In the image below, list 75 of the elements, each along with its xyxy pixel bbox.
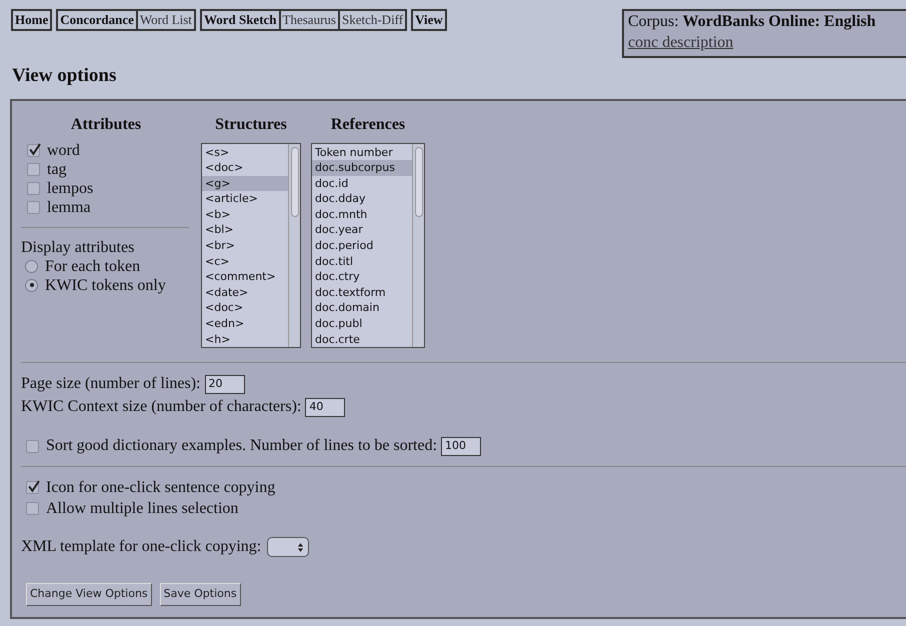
list-item[interactable]: doc.dday (312, 191, 412, 207)
list-item[interactable]: doc.year (312, 222, 412, 238)
nav-tab[interactable]: Sketch-Diff (338, 10, 406, 30)
nav-tab[interactable]: Word Sketch (200, 10, 280, 30)
checkbox[interactable] (26, 440, 39, 453)
select-dropdown[interactable] (267, 537, 310, 558)
checkmark-icon (28, 142, 41, 156)
list-item[interactable]: doc.mnth (312, 206, 412, 222)
list-item[interactable]: <b> (202, 206, 288, 222)
list-item[interactable]: <c> (202, 254, 288, 270)
column-heading: References (330, 114, 406, 134)
checkbox[interactable] (27, 144, 40, 156)
list-item[interactable]: doc.crte (312, 332, 412, 348)
up-down-arrows-icon (297, 542, 304, 553)
nav-tab[interactable]: Word List (136, 10, 195, 30)
checkbox[interactable] (26, 481, 39, 494)
nav-tab[interactable]: Home (12, 10, 52, 30)
radio-label: For each token (45, 256, 140, 276)
radio-label: KWIC tokens only (45, 276, 166, 294)
field-label: KWIC Context size (number of characters): (21, 397, 302, 418)
checkbox-label: Sort good dictionary examples. Number of lines to be sorted: (46, 436, 438, 456)
conc-description-link[interactable]: conc description (628, 34, 734, 51)
section-label: Display attributes (21, 238, 136, 256)
nav-tab[interactable]: Thesaurus (280, 10, 339, 30)
corpus-label: Corpus: (628, 13, 680, 30)
list-item[interactable]: <comment> (202, 269, 288, 285)
list-item[interactable]: doc.titl (312, 254, 412, 270)
list-item[interactable]: doc.textform (312, 284, 412, 300)
list-box[interactable]: Token number doc.subcorpus doc.id doc.dday doc.mnth doc.year doc.period doc.titl doc.ctry doc.textform doc.domain doc.publ doc.crte (311, 142, 425, 348)
list-item[interactable]: <doc> (202, 300, 288, 316)
checkbox-label: Icon for one-click sentence copying (46, 478, 276, 498)
field-label: XML template for one-click copying: (21, 537, 262, 558)
checkbox[interactable] (27, 200, 40, 214)
checkmark-icon (27, 480, 40, 494)
list-item[interactable]: doc.domain (312, 300, 412, 316)
checkbox-label: lempos (47, 178, 94, 198)
list-item[interactable]: doc.id (312, 176, 412, 192)
column-heading: Attributes (70, 114, 142, 134)
list-item[interactable]: doc.subcorpus (312, 160, 412, 176)
input-field[interactable]: 40 (305, 398, 346, 417)
checkbox[interactable] (27, 182, 40, 194)
list-item[interactable]: doc.publ (312, 316, 412, 332)
field-label: Page size (number of lines): (21, 374, 200, 394)
list-item[interactable]: <edn> (202, 316, 288, 332)
list-item[interactable]: <article> (202, 191, 288, 207)
checkbox[interactable] (26, 502, 39, 516)
form-button[interactable]: Save Options (160, 583, 241, 606)
list-item[interactable]: doc.ctry (312, 269, 412, 285)
list-item[interactable]: Token number (312, 144, 412, 160)
checkbox-label: lemma (47, 198, 91, 216)
nav-tab[interactable]: Concordance (57, 10, 137, 30)
checkbox-label: Allow multiple lines selection (46, 499, 238, 520)
input-field[interactable]: 20 (204, 374, 244, 394)
checkbox-label: word (47, 140, 80, 160)
list-box[interactable]: <s> <doc> <g> <article> <b> <bl> <br> <c> <comment> <date> <doc> <edn> <h> (201, 142, 301, 348)
radio-button[interactable] (25, 278, 38, 292)
page-title: View options (12, 64, 118, 88)
list-item[interactable]: <doc> (202, 160, 288, 176)
radio-button[interactable] (25, 260, 38, 272)
list-item[interactable]: <date> (202, 284, 288, 300)
input-field[interactable]: 100 (441, 436, 482, 456)
list-item[interactable]: doc.period (312, 238, 412, 254)
checkbox[interactable] (27, 162, 40, 176)
checkbox-label: tag (47, 160, 67, 178)
scrollbar[interactable] (412, 144, 424, 348)
list-item[interactable]: <br> (202, 238, 288, 254)
form-button[interactable]: Change View Options (26, 583, 152, 606)
list-item[interactable]: <h> (202, 332, 288, 348)
scrollbar[interactable] (288, 144, 300, 348)
corpus-name: WordBanks Online: English (682, 13, 876, 30)
list-item[interactable]: <g> (202, 176, 288, 192)
list-item[interactable]: <bl> (202, 222, 288, 238)
column-heading: Structures (215, 114, 287, 134)
list-item[interactable]: <s> (202, 144, 288, 160)
nav-tab[interactable]: View (412, 10, 446, 30)
